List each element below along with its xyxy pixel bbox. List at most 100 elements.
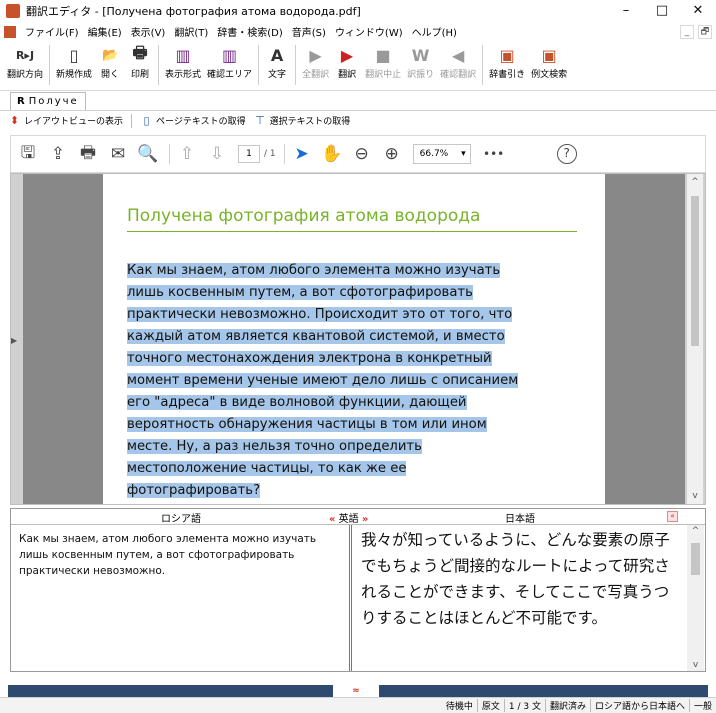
layout-icon: ▥ [175, 45, 191, 65]
pdf-toolbar: 🖫 ⇪ 🖶 ✉ 🔍 ⇧ ⇩ 1 / 1 ➤ ✋ ⊖ ⊕ 66.7% ••• ? [10, 135, 706, 173]
page-text-line: Как мы знаем, атом любого элемента можно… [127, 260, 572, 282]
collapse-pane-button[interactable]: « [667, 511, 678, 522]
confirm-area-button[interactable]: ▥ 確認エリア [204, 43, 255, 81]
example-search-button[interactable]: ▣ 例文検索 [528, 43, 570, 81]
stop-translation-button[interactable]: ■ 翻訳中止 [362, 43, 404, 81]
upload-icon[interactable]: ⇪ [45, 144, 71, 164]
status-source: 原文 [476, 699, 504, 712]
zoom-select[interactable]: 66.7% [412, 144, 471, 164]
window-controls: – □ ✕ [608, 0, 716, 22]
selected-text: Как мы знаем, атом любого элемента можно… [127, 263, 501, 278]
print-button[interactable]: 🖶 印刷 [125, 43, 155, 81]
scroll-down-icon[interactable]: v [687, 491, 703, 501]
dictionary-lookup-button[interactable]: ▣ 辞書引き [486, 43, 528, 81]
expand-panel-button[interactable]: ≈ [333, 685, 379, 697]
scroll-up-icon[interactable]: ^ [687, 526, 704, 536]
collapse-left-arrow-icon[interactable]: ▶ [11, 336, 17, 345]
back-translation-button[interactable]: ◀ 確認翻訳 [437, 43, 479, 81]
reverse-icon: ◀ [451, 45, 465, 65]
display-format-button[interactable]: ▥ 表示形式 [162, 43, 204, 81]
pane-divider[interactable] [349, 525, 352, 671]
show-layout-view-button[interactable]: ⬍ レイアウトビューの表示 [8, 114, 123, 127]
minimize-button[interactable]: – [608, 0, 644, 22]
page-body-text[interactable]: Как мы знаем, атом любого элемента можно… [127, 260, 572, 502]
translation-direction-icon: R▸J [15, 48, 35, 62]
menu-translate[interactable]: 翻訳(T) [174, 24, 208, 39]
page-text-line: местоположение частицы, то как же ее [127, 458, 572, 480]
font-button[interactable]: A 文字 [262, 43, 292, 81]
save-icon[interactable]: 🖫 [15, 140, 41, 169]
page-total: / 1 [264, 149, 276, 159]
scroll-thumb[interactable] [691, 543, 700, 575]
pivot-left-arrow[interactable]: « [329, 514, 335, 525]
select-cursor-icon[interactable]: ➤ [289, 144, 315, 164]
word-icon: W [411, 45, 430, 65]
page-number-input[interactable]: 1 [238, 145, 260, 163]
menu-view[interactable]: 表示(V) [131, 24, 166, 39]
source-text-pane[interactable]: Как мы знаем, атом любого элемента можно… [19, 531, 339, 579]
source-language-label: ロシア語 [161, 514, 201, 525]
selected-text: лишь косвенным путем, а вот сфотографиро… [127, 285, 473, 300]
mdi-restore-button[interactable]: 🗗 [698, 24, 712, 39]
word-annotation-button[interactable]: W 訳振り [404, 43, 437, 81]
hand-tool-icon[interactable]: ✋ [319, 144, 345, 164]
stop-icon: ■ [375, 45, 391, 65]
target-text-pane[interactable]: 我々が知っているように、どんな要素の原子でもちょうど間接的なルートによって研究さ… [361, 527, 681, 631]
menu-dictionary[interactable]: 辞書・検索(D) [217, 24, 283, 39]
zoom-out-icon[interactable]: ⊖ [349, 144, 375, 164]
selection-icon: ⊤ [255, 114, 265, 127]
up-down-arrow-icon: ⬍ [9, 114, 20, 127]
open-button[interactable]: 📂 開く [95, 43, 125, 81]
menu-voice[interactable]: 音声(S) [292, 24, 326, 39]
translate-all-button[interactable]: ▶ 全翻訳 [299, 43, 332, 81]
previous-page-icon[interactable]: ⇧ [174, 144, 200, 164]
more-tools-icon[interactable]: ••• [481, 147, 507, 161]
get-selected-text-button[interactable]: ⊤ 選択テキストの取得 [254, 114, 350, 127]
maximize-button[interactable]: □ [644, 0, 680, 22]
search-icon[interactable]: 🔍 [135, 144, 161, 164]
layout-toolbar: ⬍ レイアウトビューの表示 ▯ ページテキストの取得 ⊤ 選択テキストの取得 [0, 110, 716, 130]
close-button[interactable]: ✕ [680, 0, 716, 22]
zoom-in-icon[interactable]: ⊕ [379, 144, 405, 164]
get-page-text-button[interactable]: ▯ ページテキストの取得 [140, 114, 245, 127]
document-tab-label: Получе [28, 96, 79, 107]
status-direction: ロシア語から日本語へ [589, 699, 689, 712]
status-sentence-count: 1 / 3 文 [503, 699, 545, 712]
page-text-line: каждый атом является квантовой системой,… [127, 326, 572, 348]
help-icon[interactable]: ? [556, 144, 577, 164]
page-margin-right [605, 174, 685, 504]
next-page-icon[interactable]: ⇩ [204, 144, 230, 164]
main-toolbar: R▸J 翻訳方向 ▯ 新規作成 📂 開く 🖶 印刷 ▥ 表示形式 ▥ 確認エリア… [0, 41, 716, 91]
translation-direction-button[interactable]: R▸J 翻訳方向 [4, 43, 46, 81]
document-tab[interactable]: R Получе [10, 92, 86, 110]
scroll-up-icon[interactable]: ^ [687, 177, 703, 187]
email-icon[interactable]: ✉ [105, 144, 131, 164]
document-icon [4, 25, 16, 38]
document-tab-prefix: R [17, 96, 25, 107]
mdi-minimize-button[interactable]: _ [680, 24, 694, 39]
bottom-splitter[interactable]: ≈ [8, 685, 708, 697]
translation-vertical-scrollbar[interactable]: ^ v [687, 525, 704, 671]
menu-window[interactable]: ウィンドウ(W) [335, 24, 403, 39]
selected-text: точного местонахождения электрона в конк… [127, 351, 492, 366]
scroll-down-icon[interactable]: v [687, 660, 704, 670]
scroll-thumb[interactable] [691, 196, 699, 346]
print-icon[interactable]: 🖶 [75, 140, 101, 169]
menu-edit[interactable]: 編集(E) [88, 24, 122, 39]
title-bar: 翻訳エディタ - [Получена фотография атома водо… [0, 0, 716, 22]
dictionary-icon: ▣ [499, 45, 515, 65]
menu-file[interactable]: ファイル(F) [25, 24, 79, 39]
translate-button[interactable]: ▶ 翻訳 [332, 43, 362, 81]
page-text-line: практически невозможно. Происходит это о… [127, 304, 572, 326]
pivot-right-arrow[interactable]: » [362, 514, 368, 525]
pdf-page: Получена фотография атома водорода Как м… [103, 174, 605, 504]
selected-text: фотографировать? [127, 483, 261, 498]
font-icon: A [270, 45, 284, 65]
new-button[interactable]: ▯ 新規作成 [53, 43, 95, 81]
menu-help[interactable]: ヘルプ(H) [412, 24, 457, 39]
mdi-controls: _ 🗗 [680, 24, 712, 39]
pdf-vertical-scrollbar[interactable]: ^ v [687, 174, 703, 504]
page-text-line: вероятность обнаружения частицы в том ил… [127, 414, 572, 436]
status-bar: 待機中 原文 1 / 3 文 翻訳済み ロシア語から日本語へ 一般 [0, 697, 716, 713]
pivot-language-label: 英語 [338, 514, 359, 525]
